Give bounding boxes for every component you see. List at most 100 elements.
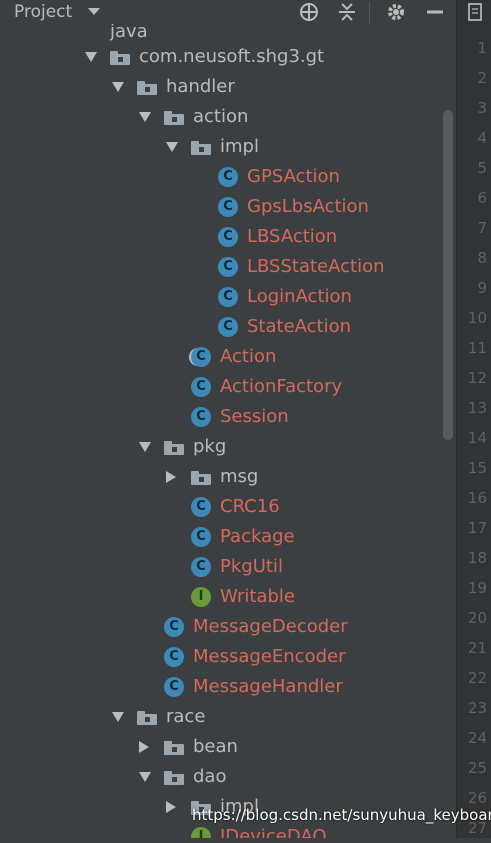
tree-row[interactable]: C MessageDecoder <box>0 612 440 642</box>
class-icon: C <box>191 407 211 427</box>
tree-item-label: StateAction <box>247 316 352 337</box>
tree-item-label: GpsLbsAction <box>247 196 369 217</box>
tree-row[interactable]: C LBSAction <box>0 222 440 252</box>
tree-scrollbar[interactable] <box>440 110 456 440</box>
chevron-right-icon[interactable] <box>139 741 149 753</box>
class-icon: C <box>191 527 211 547</box>
line-number: 3 <box>477 99 487 117</box>
class-icon: C <box>164 617 184 637</box>
tree-row[interactable]: impl <box>0 132 440 162</box>
class-icon: C <box>218 167 238 187</box>
tree-row[interactable]: dao <box>0 762 440 792</box>
toolbar-divider <box>369 2 370 24</box>
line-number: 20 <box>467 609 487 627</box>
line-number: 18 <box>467 549 487 567</box>
tree-item-label: ActionFactory <box>220 376 343 397</box>
tree-row[interactable]: C LoginAction <box>0 282 440 312</box>
chevron-down-icon[interactable] <box>112 82 124 92</box>
tree-item-label: dao <box>193 766 227 787</box>
tree-row[interactable]: bean <box>0 732 440 762</box>
tree-item-label: CRC16 <box>220 496 280 517</box>
line-number: 4 <box>477 129 487 147</box>
class-icon: C <box>218 197 238 217</box>
line-number: 9 <box>477 279 487 297</box>
tree-row[interactable]: com.neusoft.shg3.gt <box>0 42 440 72</box>
tree-row[interactable]: C MessageHandler <box>0 672 440 702</box>
line-number: 19 <box>467 579 487 597</box>
class-icon: C <box>191 557 211 577</box>
line-number: 14 <box>467 429 487 447</box>
tree-row[interactable]: C Package <box>0 522 440 552</box>
line-number: 21 <box>467 639 487 657</box>
interface-icon: I <box>191 587 211 607</box>
tree-row[interactable]: C StateAction <box>0 312 440 342</box>
chevron-down-icon[interactable] <box>85 52 97 62</box>
chevron-down-icon[interactable] <box>139 112 151 122</box>
tree-row[interactable]: msg <box>0 462 440 492</box>
package-folder-icon <box>137 81 157 95</box>
tree-item-label: GPSAction <box>247 166 340 187</box>
project-toolbar: Project <box>0 0 456 24</box>
package-folder-icon <box>164 771 184 785</box>
scrollbar-thumb[interactable] <box>443 110 453 440</box>
package-folder-icon <box>164 741 184 755</box>
document-icon[interactable] <box>461 0 489 24</box>
chevron-down-icon[interactable] <box>139 772 151 782</box>
tree-item-label: com.neusoft.shg3.gt <box>139 46 325 67</box>
line-number: 11 <box>467 339 487 357</box>
crosshair-icon[interactable] <box>296 0 322 24</box>
tree-item-label: msg <box>220 466 259 487</box>
collapse-all-icon[interactable] <box>334 0 360 24</box>
chevron-right-icon[interactable] <box>166 471 176 483</box>
chevron-right-icon[interactable] <box>166 801 176 813</box>
line-number: 16 <box>467 489 487 507</box>
tree-item-label: IDeviceDAO <box>220 826 327 838</box>
package-folder-icon <box>137 711 157 725</box>
tree-item-label: MessageDecoder <box>193 616 348 637</box>
chevron-down-icon[interactable] <box>166 142 178 152</box>
tree-row[interactable]: C CRC16 <box>0 492 440 522</box>
tree-item-label: LoginAction <box>247 286 352 307</box>
chevron-down-icon[interactable] <box>88 8 100 15</box>
line-number: 10 <box>467 309 487 327</box>
tree-row[interactable]: I Writable <box>0 582 440 612</box>
package-folder-icon <box>164 441 184 455</box>
line-number: 22 <box>467 669 487 687</box>
package-folder-icon <box>191 141 211 155</box>
watermark-text: https://blog.csdn.net/sunyuhua_keyboard <box>192 806 491 824</box>
package-folder-icon <box>110 51 130 65</box>
tree-row[interactable]: C ActionFactory <box>0 372 440 402</box>
chevron-down-icon[interactable] <box>139 442 151 452</box>
hide-icon[interactable] <box>422 0 448 24</box>
package-folder-icon <box>164 111 184 125</box>
tree-row[interactable]: C PkgUtil <box>0 552 440 582</box>
tree-row[interactable]: pkg <box>0 432 440 462</box>
line-number: 25 <box>467 759 487 777</box>
tree-row[interactable]: C Session <box>0 402 440 432</box>
tree-item-label: MessageHandler <box>193 676 343 697</box>
project-view-title[interactable]: Project <box>14 0 72 24</box>
line-number: 15 <box>467 459 487 477</box>
line-number: 6 <box>477 189 487 207</box>
line-number: 24 <box>467 729 487 747</box>
tree-row[interactable]: action <box>0 102 440 132</box>
tree-row[interactable]: C GPSAction <box>0 162 440 192</box>
tree-item-label: bean <box>193 736 238 757</box>
line-number: 2 <box>477 69 487 87</box>
tree-item-label: Action <box>220 346 277 367</box>
tree-row[interactable]: C MessageEncoder <box>0 642 440 672</box>
tree-row[interactable]: C Action <box>0 342 440 372</box>
gear-icon[interactable] <box>383 0 409 24</box>
tree-row[interactable]: handler <box>0 72 440 102</box>
tree-item-label: Session <box>220 406 289 427</box>
tree-row[interactable]: C LBSStateAction <box>0 252 440 282</box>
line-number: 5 <box>477 159 487 177</box>
tree-row[interactable]: I IDeviceDAO <box>0 822 440 838</box>
tree-row[interactable]: race <box>0 702 440 732</box>
tree-item-label: impl <box>220 136 259 157</box>
chevron-down-icon[interactable] <box>112 712 124 722</box>
tree-item-label: Writable <box>220 586 295 607</box>
tree-row[interactable]: C GpsLbsAction <box>0 192 440 222</box>
interface-icon: I <box>191 827 211 838</box>
class-icon: C <box>164 647 184 667</box>
